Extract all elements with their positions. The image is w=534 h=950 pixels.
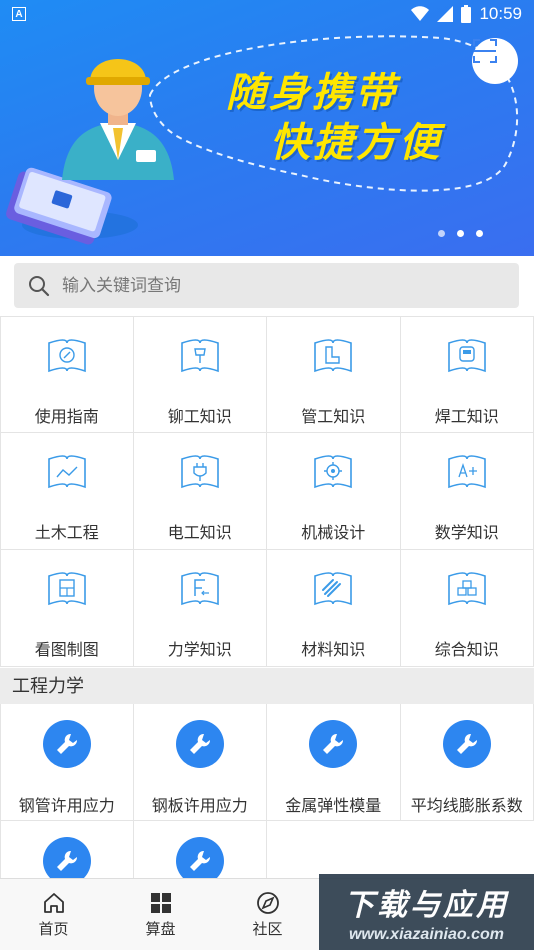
watermark-title: 下载与应用 [344, 889, 509, 922]
drawing-icon [47, 572, 86, 606]
slogan-line-2: 快捷方便 [270, 121, 442, 165]
category-grid: 使用指南 铆工知识 管工知识 焊工知识 土木工程 电工知识 机械设计 数学知识 … [0, 316, 534, 667]
plug-icon [180, 455, 219, 489]
category-item-materials[interactable]: 材料知识 [267, 550, 401, 667]
search-input[interactable] [62, 275, 462, 296]
nav-item-abacus[interactable]: 算盘 [107, 879, 214, 950]
category-item-welding[interactable]: 焊工知识 [400, 316, 534, 433]
watermark-url: www.xiazainiao.com [348, 926, 504, 943]
category-label: 使用指南 [34, 409, 99, 426]
category-label: 土木工程 [34, 525, 99, 542]
category-item-rivet[interactable]: 铆工知识 [133, 316, 267, 433]
calculator-label: 平均线膨胀系数 [410, 798, 523, 815]
nav-item-community[interactable]: 社区 [214, 879, 321, 950]
pagination-dot[interactable] [438, 230, 445, 237]
banner-slogan: 随身携带 快捷方便 [226, 68, 442, 168]
formula-icon [447, 455, 486, 489]
compass-icon [47, 339, 86, 373]
calculator-label: 钢板许用应力 [151, 798, 248, 815]
category-item-mechanics[interactable]: 力学知识 [133, 550, 267, 667]
category-item-electric[interactable]: 电工知识 [133, 433, 267, 550]
watermark: 下载与应用 www.xiazainiao.com [319, 874, 534, 950]
search-icon [29, 275, 50, 296]
rivet-icon [180, 339, 219, 373]
terrain-icon [47, 455, 86, 489]
gear-icon [314, 455, 353, 489]
home-icon [43, 893, 64, 913]
category-label: 数学知识 [434, 525, 499, 542]
signal-icon [437, 6, 454, 22]
category-item-civil[interactable]: 土木工程 [0, 433, 134, 550]
calculator-label: 钢管许用应力 [18, 798, 115, 815]
pipe-icon [314, 339, 353, 373]
cubes-icon [447, 572, 486, 606]
category-label: 电工知识 [167, 525, 232, 542]
notification-icon: A [12, 7, 26, 21]
category-item-math[interactable]: 数学知识 [400, 433, 534, 550]
compass-nav-icon [256, 892, 279, 914]
category-label: 综合知识 [434, 642, 499, 659]
category-label: 焊工知识 [434, 409, 499, 426]
scan-icon [473, 39, 497, 63]
force-icon [180, 572, 219, 606]
calculator-item[interactable]: 钢管许用应力 [0, 704, 134, 821]
category-label: 材料知识 [301, 642, 366, 659]
category-label: 机械设计 [301, 525, 366, 542]
grid-icon [150, 893, 171, 913]
wrench-icon [309, 720, 358, 768]
nav-label: 社区 [252, 921, 283, 938]
nav-item-home[interactable]: 首页 [0, 879, 107, 950]
calculator-item[interactable]: 金属弹性模量 [267, 704, 401, 821]
wrench-icon [42, 720, 91, 768]
battery-icon [461, 5, 472, 23]
scan-button[interactable] [472, 38, 518, 84]
nav-label: 算盘 [145, 921, 176, 938]
calculator-item[interactable]: 钢板许用应力 [133, 704, 267, 821]
promo-banner[interactable]: 随身携带 快捷方便 [0, 0, 534, 256]
status-time: 10:59 [479, 4, 522, 23]
category-label: 铆工知识 [167, 409, 232, 426]
slogan-line-1: 随身携带 [226, 71, 398, 115]
category-label: 力学知识 [167, 642, 232, 659]
wrench-icon [442, 720, 491, 768]
category-item-general[interactable]: 综合知识 [400, 550, 534, 667]
category-label: 管工知识 [301, 409, 366, 426]
category-label: 看图制图 [34, 642, 99, 659]
calculator-label: 金属弹性模量 [285, 798, 382, 815]
calculator-item[interactable]: 平均线膨胀系数 [400, 704, 534, 821]
nav-label: 首页 [38, 921, 69, 938]
steel-bars-icon [314, 572, 353, 606]
category-item-guide[interactable]: 使用指南 [0, 316, 134, 433]
status-bar: A 10:59 [0, 0, 534, 28]
wifi-icon [411, 6, 430, 21]
wrench-icon [175, 720, 224, 768]
pagination-dot[interactable] [457, 230, 464, 237]
search-bar[interactable] [14, 263, 519, 308]
pagination-dot[interactable] [476, 230, 483, 237]
section-title: 工程力学 [0, 668, 534, 704]
banner-pagination [438, 230, 483, 237]
category-item-mechanical[interactable]: 机械设计 [267, 433, 401, 550]
category-item-pipe[interactable]: 管工知识 [267, 316, 401, 433]
welding-mask-icon [447, 339, 486, 373]
category-item-drawing[interactable]: 看图制图 [0, 550, 134, 667]
